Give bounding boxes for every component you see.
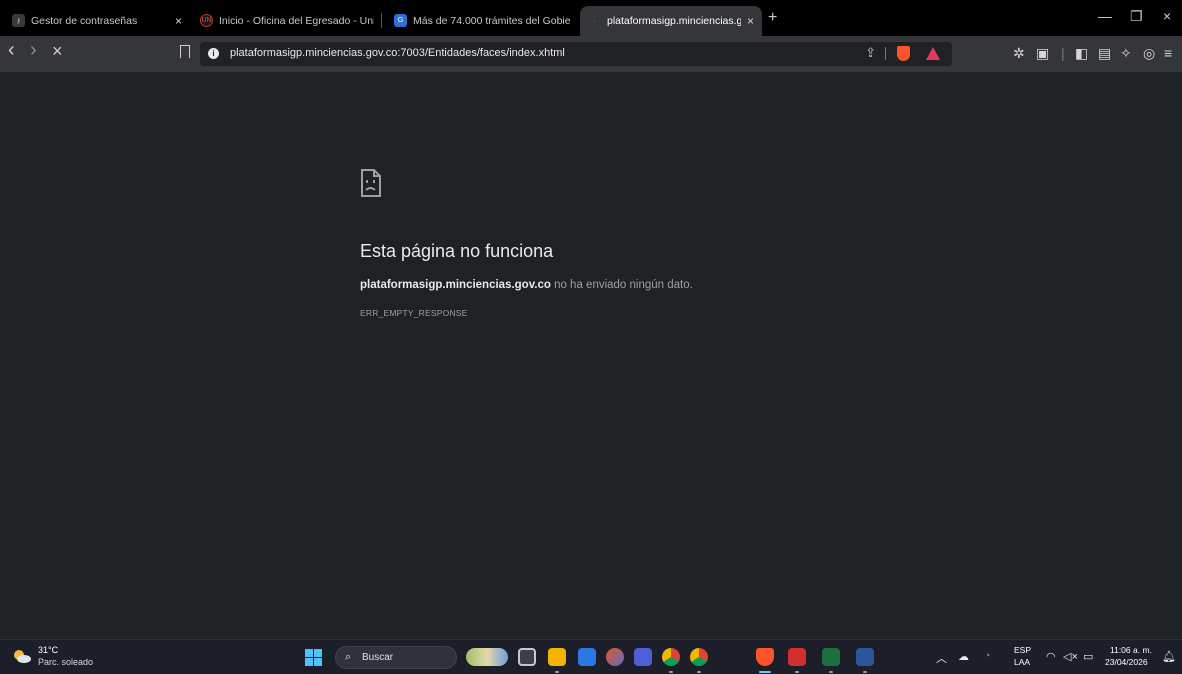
search-icon: ⌕ [345, 651, 352, 663]
input-language[interactable]: ESP [1014, 645, 1031, 655]
site-info-icon[interactable]: i [208, 48, 219, 59]
tab-strip: ⚷ Gestor de contraseñas × UN Inicio - Of… [0, 0, 1182, 36]
browser-toolbar: ‹ › × i plataformasigp.minciencias.gov.c… [0, 36, 1182, 72]
restore-button[interactable]: ❐ [1130, 8, 1143, 25]
weather-partly-sunny-icon[interactable] [13, 649, 31, 663]
wifi-icon[interactable]: ◠ [1046, 650, 1056, 663]
tab-gobierno[interactable]: G Más de 74.000 trámites del Gobierno [386, 7, 578, 34]
tab-minciencias[interactable]: · plataformasigp.minciencias.gov.co × [580, 6, 762, 36]
clock-time[interactable]: 11:06 a. m. [1110, 645, 1152, 655]
notes-app-icon[interactable] [634, 648, 652, 666]
active-app-indicator [759, 671, 771, 673]
windows-taskbar: 31°C Parc. soleado ⌕ Buscar ︿ ☁ ◔ ESP LA… [0, 639, 1182, 674]
running-indicator [863, 671, 867, 673]
tab-title: Gestor de contraseñas [31, 14, 138, 27]
copilot-widget-icon[interactable] [466, 648, 508, 666]
vpn-icon[interactable]: ◎ [1143, 45, 1155, 62]
error-page: Esta página no funciona plataformasigp.m… [0, 72, 1182, 639]
minimize-button[interactable]: — [1098, 8, 1112, 24]
gobierno-favicon-icon: G [394, 14, 407, 27]
bookmark-icon[interactable] [180, 45, 190, 58]
word-icon[interactable] [856, 648, 874, 666]
chrome-profile-2-icon[interactable] [690, 648, 708, 666]
url-text[interactable]: plataformasigp.minciencias.gov.co:7003/E… [230, 47, 565, 59]
menu-icon[interactable]: ≡ [1164, 45, 1172, 61]
wallet-icon[interactable]: ▤ [1098, 45, 1111, 62]
running-indicator [555, 671, 559, 673]
share-icon[interactable]: ⇪ [865, 45, 876, 61]
tab-uninorte[interactable]: UN Inicio - Oficina del Egresado - Unino… [192, 7, 382, 34]
back-button[interactable]: ‹ [8, 39, 15, 62]
weather-temperature[interactable]: 31°C [38, 645, 58, 655]
input-layout[interactable]: LAA [1014, 657, 1030, 667]
notifications-bell-icon[interactable]: 🔔︎ [1162, 650, 1176, 663]
tab-title: Más de 74.000 trámites del Gobierno [413, 14, 570, 27]
volume-muted-icon[interactable]: ◁× [1063, 650, 1078, 663]
clock-date[interactable]: 23/04/2026 [1105, 657, 1148, 667]
address-bar-divider [885, 47, 886, 60]
brave-browser-icon[interactable] [756, 648, 774, 666]
favicon-text: G [397, 17, 404, 24]
copilot-app-icon[interactable] [606, 648, 624, 666]
onedrive-cloud-icon[interactable]: ☁ [958, 650, 969, 663]
search-placeholder: Buscar [362, 652, 394, 663]
error-host: plataformasigp.minciencias.gov.co [360, 279, 551, 291]
battery-icon[interactable]: ▭ [1083, 650, 1093, 663]
address-bar[interactable]: i plataformasigp.minciencias.gov.co:7003… [200, 42, 952, 66]
error-description: plataformasigp.minciencias.gov.co no ha … [360, 279, 693, 291]
sidebar-icon[interactable]: ◧ [1075, 45, 1088, 62]
error-title: Esta página no funciona [360, 241, 554, 261]
windows-start-icon[interactable] [305, 649, 322, 666]
brave-shields-icon[interactable] [897, 46, 910, 61]
error-code: ERR_EMPTY_RESPONSE [360, 308, 468, 318]
sync-app-icon[interactable]: ◔ [984, 650, 991, 662]
window-close-button[interactable]: × [1163, 8, 1171, 24]
running-indicator [795, 671, 799, 673]
tab-close-icon[interactable]: × [747, 14, 754, 28]
forward-button[interactable]: › [30, 39, 37, 62]
file-explorer-icon[interactable] [548, 648, 566, 666]
key-icon: ⚷ [12, 14, 25, 27]
acrobat-reader-icon[interactable] [788, 648, 806, 666]
uninorte-favicon-icon: UN [200, 14, 213, 27]
tab-title: plataformasigp.minciencias.gov.co [607, 15, 741, 27]
extensions-icon[interactable]: ✲ [1013, 45, 1025, 62]
excel-icon[interactable] [822, 648, 840, 666]
running-indicator [669, 671, 673, 673]
running-indicator [697, 671, 701, 673]
taskbar-search[interactable]: ⌕ Buscar [335, 646, 457, 669]
tab-close-icon[interactable]: × [175, 14, 182, 28]
tab-divider [381, 13, 382, 28]
tab-title: Inicio - Oficina del Egresado - Uninorte [219, 14, 374, 27]
toolbar-divider: | [1061, 45, 1065, 61]
calendar-app-icon[interactable] [578, 648, 596, 666]
running-indicator [829, 671, 833, 673]
sad-page-icon [361, 169, 381, 197]
screenshot-icon[interactable]: ▣ [1036, 45, 1049, 62]
weather-description[interactable]: Parc. soleado [38, 657, 93, 667]
new-tab-button[interactable]: + [768, 9, 777, 27]
chrome-profile-1-icon[interactable] [662, 648, 680, 666]
brave-rewards-icon[interactable] [926, 47, 940, 60]
loading-icon: · [593, 17, 596, 25]
error-message: no ha enviado ningún dato. [550, 279, 693, 291]
stop-loading-button[interactable]: × [52, 41, 63, 62]
leo-ai-icon[interactable]: ✧ [1120, 45, 1132, 62]
favicon-text: UN [201, 17, 212, 24]
tab-password-manager[interactable]: ⚷ Gestor de contraseñas × [4, 7, 190, 34]
show-hidden-icons-chevron-up-icon[interactable]: ︿ [936, 650, 947, 666]
task-view-icon[interactable] [518, 648, 536, 666]
